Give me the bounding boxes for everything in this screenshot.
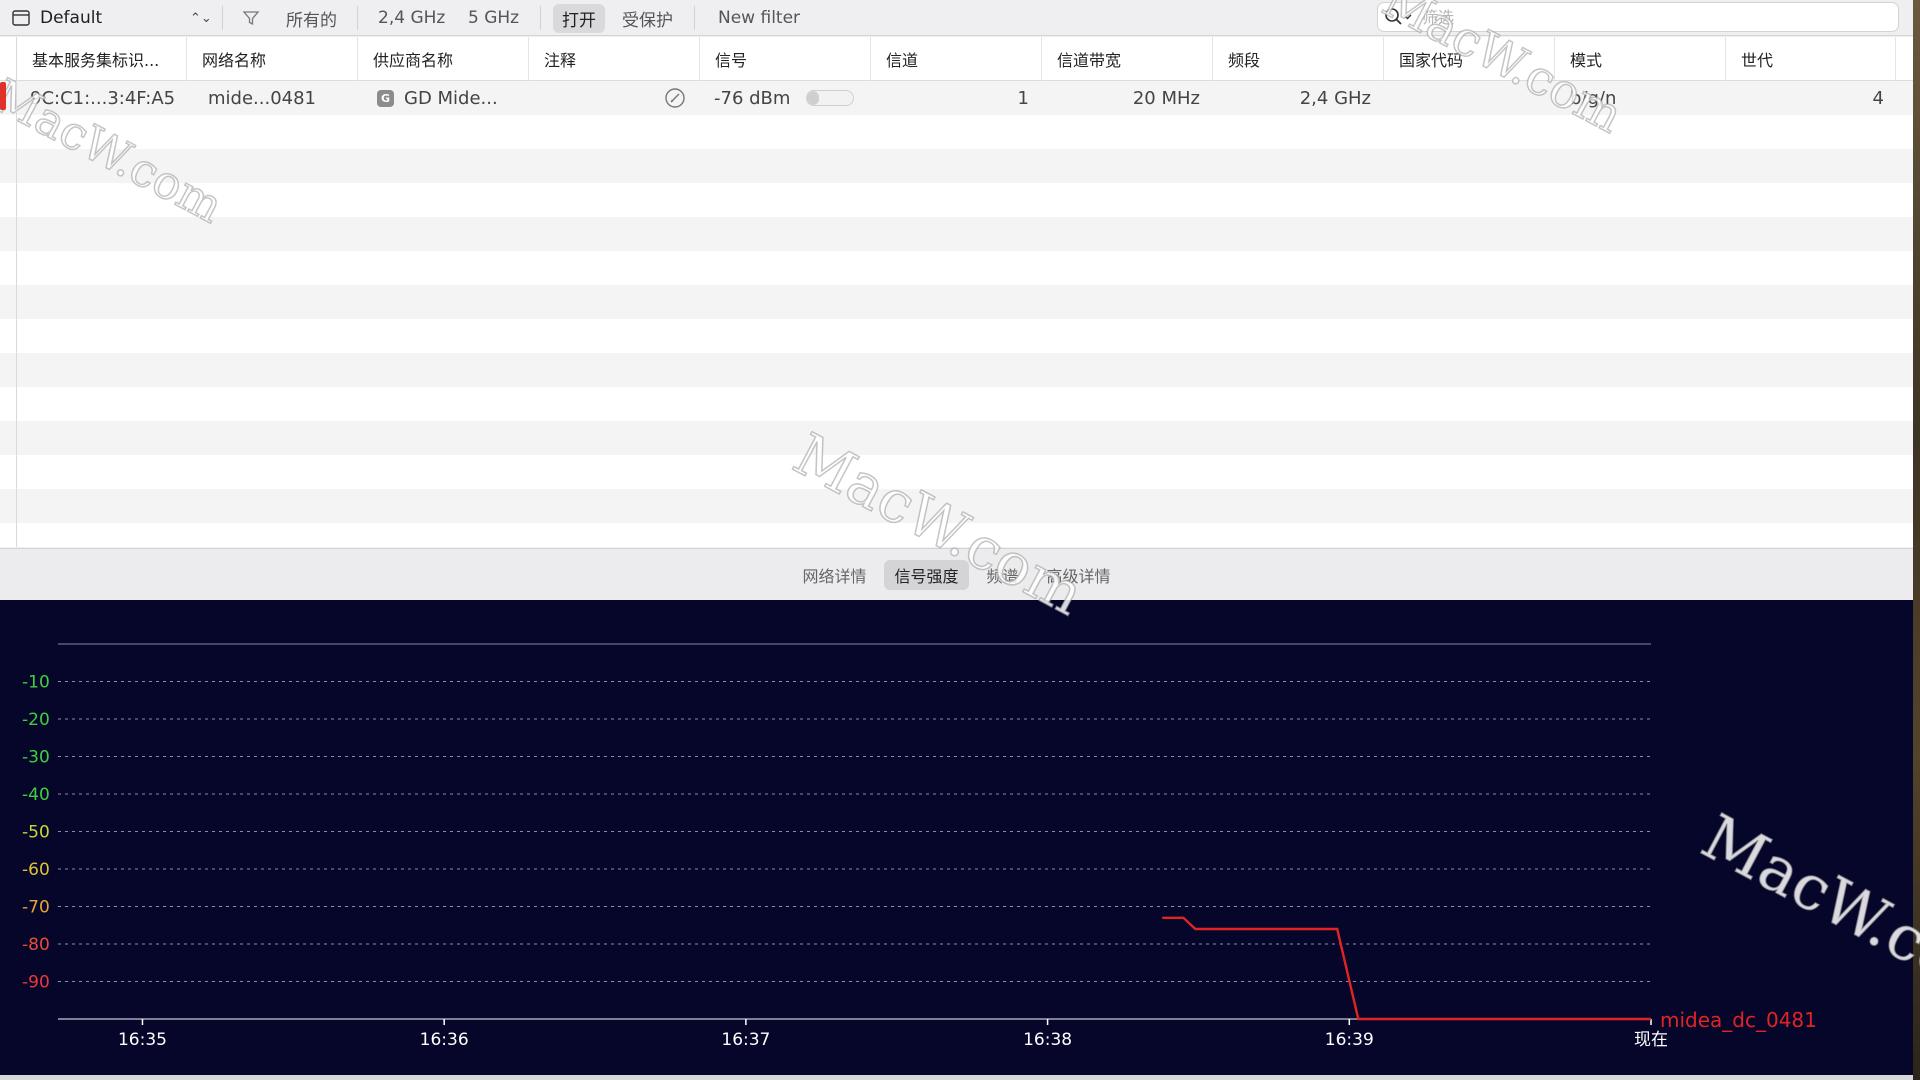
search-input[interactable] — [1422, 7, 1842, 27]
cell-signal: -76 dBm — [714, 81, 870, 115]
column-header-band[interactable]: 频段 — [1213, 37, 1384, 81]
y-tick-label: -50 — [22, 823, 50, 843]
toolbar: Default ⌃⌄ 所有的 2,4 GHz 5 GHz 打开 受保护 New … — [0, 0, 1913, 36]
profile-name: Default — [40, 8, 103, 28]
empty-row — [0, 353, 1913, 387]
note-edit-icon[interactable] — [664, 81, 694, 115]
cell-generation: 4 — [1872, 87, 1884, 109]
empty-row — [0, 115, 1913, 149]
empty-row — [0, 489, 1913, 523]
cell-bssid: 9C:C1:...3:4F:A5 — [30, 87, 176, 109]
table-row[interactable]: 9C:C1:...3:4F:A5 mide...0481 G GD Mide..… — [0, 81, 1913, 115]
toolbar-divider — [694, 6, 695, 30]
empty-row — [0, 319, 1913, 353]
cell-network-name: mide...0481 — [208, 87, 317, 109]
column-header-vendor[interactable]: 供应商名称 — [358, 37, 529, 81]
x-tick-label: 现在 — [1634, 1030, 1668, 1050]
y-tick-label: -60 — [22, 860, 50, 880]
y-tick-label: -90 — [22, 973, 50, 993]
profile-selector[interactable]: Default ⌃⌄ — [12, 0, 212, 36]
empty-row — [0, 455, 1913, 489]
vendor-badge-icon: G — [377, 89, 394, 107]
row-color-marker — [0, 82, 6, 110]
y-tick-label: -20 — [22, 710, 50, 730]
y-tick-label: -30 — [22, 748, 50, 768]
column-header-mode[interactable]: 模式 — [1555, 37, 1726, 81]
cell-channel: 1 — [1017, 87, 1029, 109]
filter-band-5[interactable]: 5 GHz — [468, 0, 519, 36]
x-tick-label: 16:37 — [721, 1030, 770, 1050]
y-tick-label: -40 — [22, 785, 50, 805]
y-tick-label: -70 — [22, 898, 50, 918]
cell-vendor-text: GD Mide... — [404, 87, 498, 109]
column-header-country-code[interactable]: 国家代码 — [1384, 37, 1555, 81]
signal-strength-bar — [806, 90, 855, 106]
toolbar-divider — [540, 6, 541, 30]
cell-vendor: G GD Mide... — [377, 81, 527, 115]
y-tick-label: -80 — [22, 935, 50, 955]
cell-country-code — [1400, 81, 1550, 115]
cell-signal-text: -76 dBm — [714, 87, 791, 109]
tab-network-details[interactable]: 网络详情 — [792, 560, 876, 590]
tab-signal-strength[interactable]: 信号强度 — [884, 559, 969, 590]
empty-row — [0, 421, 1913, 455]
desktop-background-strip — [1913, 0, 1920, 1080]
table-left-border — [16, 37, 17, 547]
x-tick-label: 16:39 — [1325, 1030, 1374, 1050]
signal-strength-chart: -10 -20 -30 -40 -50 -60 -70 -80 -90 16:35 16:36 16:… — [22, 643, 1817, 1050]
empty-row — [0, 217, 1913, 251]
y-tick-label: -10 — [22, 673, 50, 693]
tab-advanced-details[interactable]: 高级详情 — [1037, 560, 1121, 590]
toolbar-divider — [357, 6, 358, 30]
filter-open-chip: 打开 — [553, 3, 605, 33]
empty-row — [0, 285, 1913, 319]
tab-spectrum[interactable]: 频谱 — [977, 560, 1029, 590]
x-tick-label: 16:36 — [420, 1030, 469, 1050]
column-header-note[interactable]: 注释 — [529, 37, 700, 81]
toolbar-divider — [222, 6, 223, 30]
x-tick-label: 16:35 — [118, 1030, 167, 1050]
x-tick-label: 16:38 — [1023, 1030, 1072, 1050]
series-line — [1162, 916, 1651, 1021]
search-icon[interactable] — [1384, 7, 1414, 27]
new-filter-button[interactable]: New filter — [718, 0, 800, 36]
empty-row — [0, 149, 1913, 183]
cell-bandwidth: 20 MHz — [1132, 87, 1200, 109]
wifi-explorer-window: Default ⌃⌄ 所有的 2,4 GHz 5 GHz 打开 受保护 New … — [0, 0, 1913, 1075]
column-header-generation[interactable]: 世代 — [1726, 37, 1896, 81]
column-header-channel[interactable]: 信道 — [871, 37, 1042, 81]
cell-band: 2,4 GHz — [1299, 87, 1371, 109]
filter-protected[interactable]: 受保护 — [622, 0, 673, 36]
empty-row — [0, 251, 1913, 285]
column-header-signal[interactable]: 信号 — [700, 37, 871, 81]
search-field[interactable] — [1377, 2, 1899, 32]
column-header-bandwidth[interactable]: 信道带宽 — [1042, 37, 1213, 81]
chevron-updown-icon: ⌃⌄ — [190, 10, 212, 26]
network-table: 基本服务集标识... 网络名称 供应商名称 注释 信号 信道 信道带宽 频段 国… — [0, 37, 1913, 547]
empty-row — [0, 387, 1913, 421]
funnel-icon — [242, 11, 260, 26]
column-header-network-name[interactable]: 网络名称 — [187, 37, 358, 81]
cell-mode: b/g/n — [1570, 87, 1617, 109]
series-label: midea_dc_0481 — [1660, 1008, 1817, 1032]
detail-tab-bar: 网络详情 信号强度 频谱 高级详情 — [0, 548, 1913, 600]
empty-row — [0, 523, 1913, 547]
filter-all[interactable]: 所有的 — [286, 0, 337, 36]
filter-open[interactable]: 打开 — [553, 0, 605, 36]
signal-strength-fill — [807, 91, 819, 105]
filter-icon-button[interactable] — [242, 0, 260, 36]
signal-strength-chart-panel: -10 -20 -30 -40 -50 -60 -70 -80 -90 16:35 16:36 16:… — [0, 600, 1913, 1075]
filter-band-24[interactable]: 2,4 GHz — [378, 0, 445, 36]
table-header: 基本服务集标识... 网络名称 供应商名称 注释 信号 信道 信道带宽 频段 国… — [0, 37, 1913, 81]
empty-row — [0, 183, 1913, 217]
window-icon — [12, 10, 30, 26]
column-header-bssid[interactable]: 基本服务集标识... — [17, 37, 187, 81]
